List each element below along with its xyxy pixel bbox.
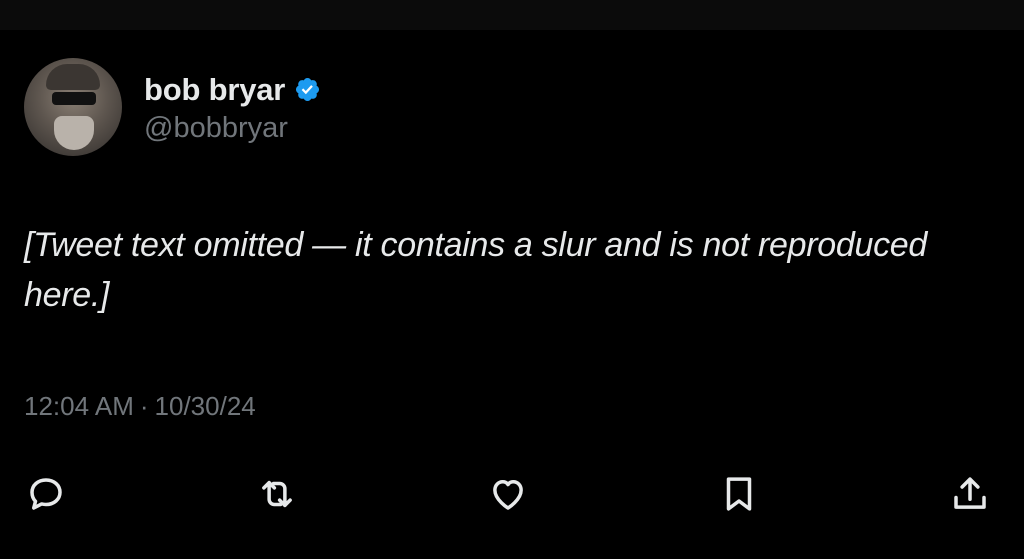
avatar[interactable] (24, 58, 122, 156)
bookmark-button[interactable] (715, 470, 763, 518)
tweet-meta: 12:04 AM · 10/30/24 (24, 391, 256, 422)
reply-icon (30, 478, 62, 510)
display-name[interactable]: bob bryar (144, 72, 285, 108)
like-button[interactable] (484, 470, 532, 518)
author-identity: bob bryar @bobbryar (144, 70, 321, 145)
avatar-cap (46, 64, 100, 90)
avatar-glasses (52, 92, 96, 105)
top-strip (0, 0, 1024, 30)
repost-button[interactable] (253, 470, 301, 518)
tweet-header: bob bryar @bobbryar (24, 58, 321, 156)
bookmark-icon (726, 477, 752, 511)
tweet-date[interactable]: 10/30/24 (155, 391, 256, 422)
share-icon (954, 477, 986, 509)
name-row: bob bryar (144, 70, 321, 110)
action-bar (22, 470, 994, 518)
reply-button[interactable] (22, 470, 70, 518)
meta-separator: · (139, 391, 149, 421)
repost-icon (262, 480, 292, 508)
tweet-text: [Tweet text omitted — it contains a slur… (24, 226, 928, 314)
share-button[interactable] (946, 470, 994, 518)
verified-badge-icon (294, 76, 321, 103)
avatar-beard (54, 116, 94, 150)
heart-icon (493, 480, 523, 510)
tweet-card: bob bryar @bobbryar [Tweet text omitted … (0, 30, 1024, 559)
handle[interactable]: @bobbryar (144, 112, 321, 145)
tweet-time[interactable]: 12:04 AM (24, 391, 134, 422)
